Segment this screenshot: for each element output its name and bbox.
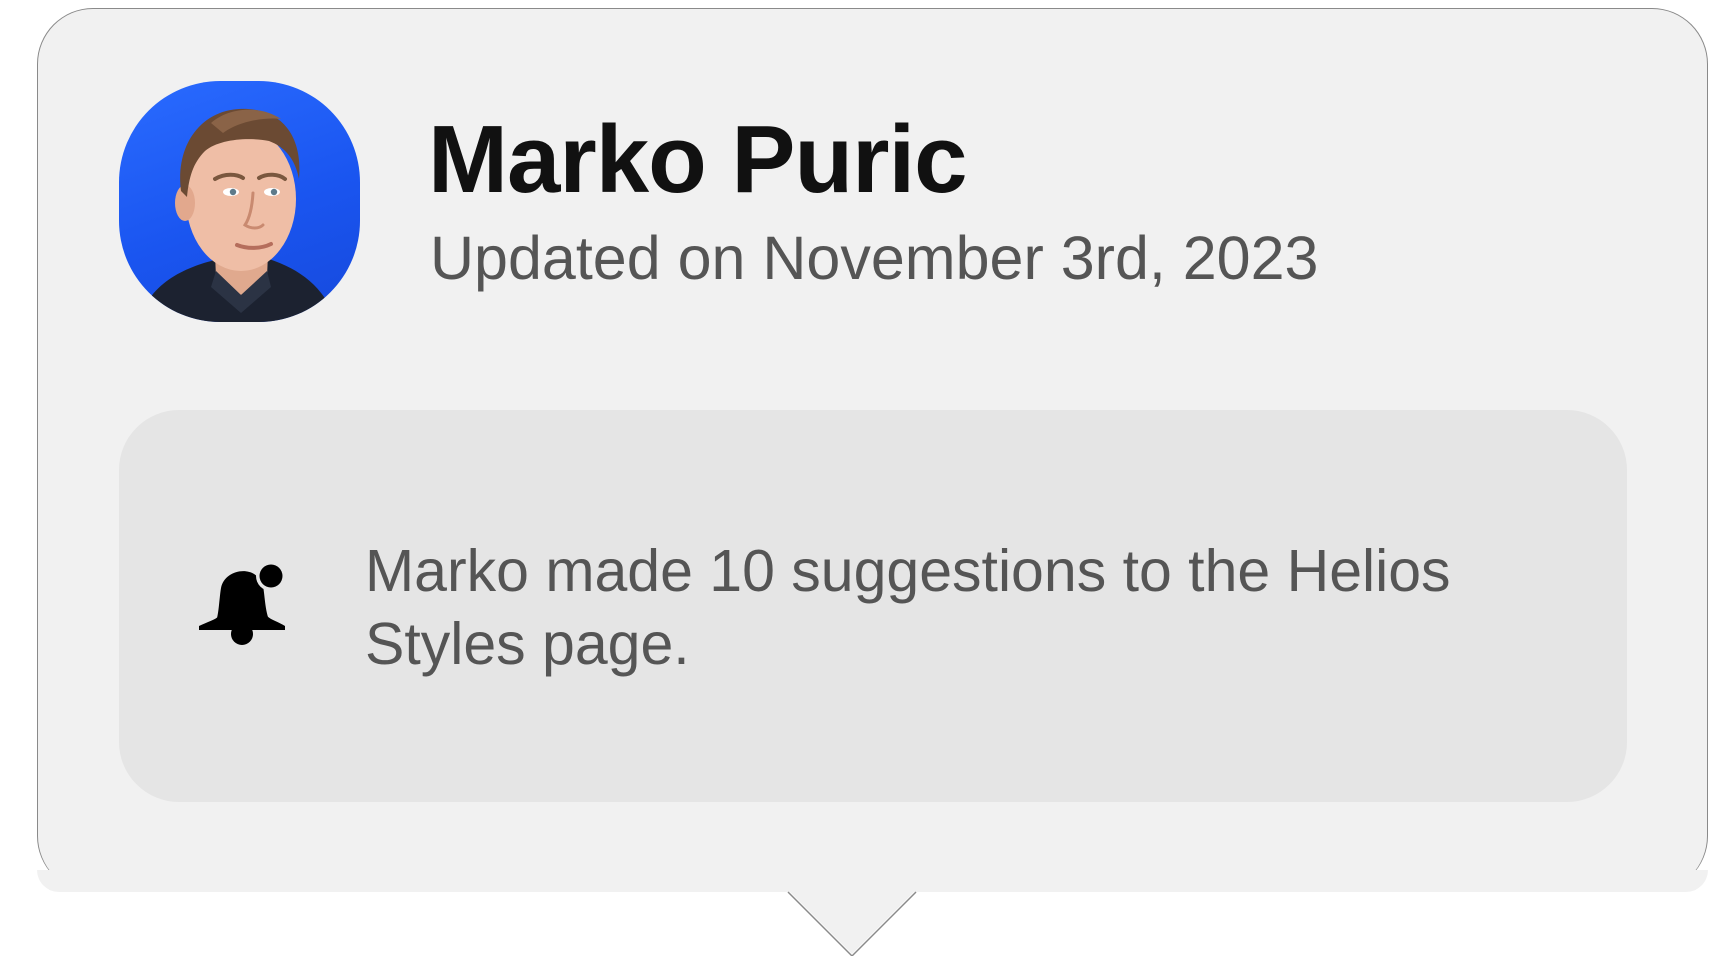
author-name: Marko Puric <box>428 106 968 213</box>
popover-bottom-edge <box>37 870 1708 892</box>
bell-notification-icon <box>199 561 286 645</box>
avatar-portrait <box>139 108 337 322</box>
updated-timestamp: Updated on November 3rd, 2023 <box>430 224 1319 292</box>
avatar[interactable] <box>119 81 360 322</box>
popover-stage: Marko Puric Updated on November 3rd, 202… <box>0 0 1734 956</box>
notification-message: Marko made 10 suggestions to the Helios … <box>365 538 1451 677</box>
popover-pointer-outline <box>787 891 917 956</box>
